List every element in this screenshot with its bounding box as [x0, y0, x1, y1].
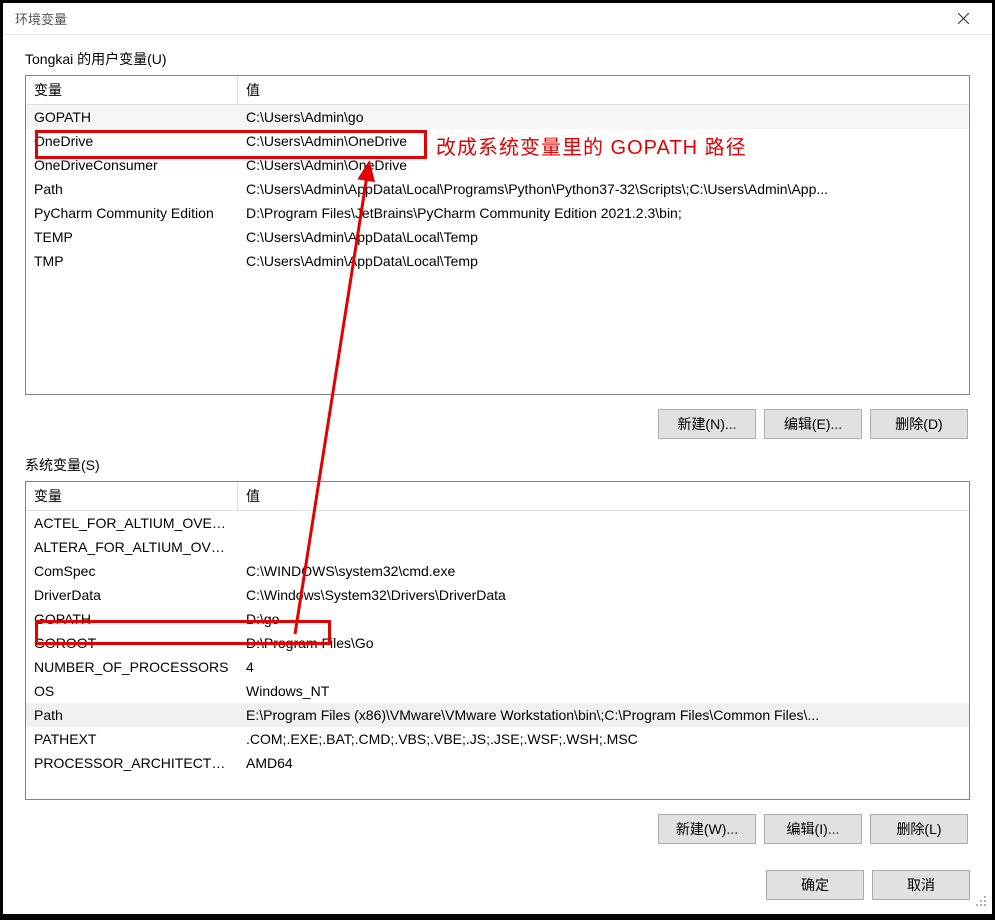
cell-value: C:\Users\Admin\OneDrive — [238, 129, 969, 153]
table-row[interactable]: PathC:\Users\Admin\AppData\Local\Program… — [26, 177, 969, 201]
cell-value: D:\go — [238, 607, 969, 631]
system-vars-label: 系统变量(S) — [25, 455, 970, 475]
cell-variable: PROCESSOR_ARCHITECTURE — [26, 751, 238, 775]
system-delete-button[interactable]: 删除(L) — [870, 814, 968, 844]
cell-variable: OneDriveConsumer — [26, 153, 238, 177]
dialog-content: Tongkai 的用户变量(U) 变量 值 GOPATHC:\Users\Adm… — [3, 35, 992, 860]
cell-value: .COM;.EXE;.BAT;.CMD;.VBS;.VBE;.JS;.JSE;.… — [238, 727, 969, 751]
system-vars-buttons: 新建(W)... 编辑(I)... 删除(L) — [25, 800, 970, 850]
system-edit-button[interactable]: 编辑(I)... — [764, 814, 862, 844]
cell-value: C:\WINDOWS\system32\cmd.exe — [238, 559, 969, 583]
close-icon — [958, 13, 969, 24]
resize-grip-icon[interactable] — [973, 893, 987, 907]
table-row[interactable]: PathE:\Program Files (x86)\VMware\VMware… — [26, 703, 969, 727]
table-row[interactable]: GOPATHC:\Users\Admin\go — [26, 105, 969, 129]
table-row[interactable]: PROCESSOR_ARCHITECTUREAMD64 — [26, 751, 969, 775]
cell-variable: OneDrive — [26, 129, 238, 153]
cell-value: Windows_NT — [238, 679, 969, 703]
table-row[interactable]: GOROOTD:\Program Files\Go — [26, 631, 969, 655]
cell-variable: Path — [26, 177, 238, 201]
header-value[interactable]: 值 — [238, 482, 969, 510]
cell-variable: NUMBER_OF_PROCESSORS — [26, 655, 238, 679]
cell-value — [238, 543, 969, 551]
header-variable[interactable]: 变量 — [26, 482, 238, 510]
cell-value: C:\Users\Admin\OneDrive — [238, 153, 969, 177]
table-row[interactable]: ALTERA_FOR_ALTIUM_OVE... — [26, 535, 969, 559]
user-vars-table[interactable]: 变量 值 GOPATHC:\Users\Admin\goOneDriveC:\U… — [25, 75, 970, 395]
user-edit-button[interactable]: 编辑(E)... — [764, 409, 862, 439]
table-row[interactable]: NUMBER_OF_PROCESSORS4 — [26, 655, 969, 679]
cell-variable: GOPATH — [26, 105, 238, 129]
system-vars-table[interactable]: 变量 值 ACTEL_FOR_ALTIUM_OVER...ALTERA_FOR_… — [25, 481, 970, 801]
ok-button[interactable]: 确定 — [766, 870, 864, 900]
cell-value: C:\Users\Admin\AppData\Local\Programs\Py… — [238, 177, 969, 201]
system-vars-header: 变量 值 — [26, 482, 969, 511]
env-vars-dialog: 环境变量 Tongkai 的用户变量(U) 变量 值 GOPATHC:\User… — [0, 0, 995, 920]
user-vars-group: Tongkai 的用户变量(U) 变量 值 GOPATHC:\Users\Adm… — [25, 49, 970, 445]
cell-variable: ALTERA_FOR_ALTIUM_OVE... — [26, 535, 238, 559]
header-value[interactable]: 值 — [238, 76, 969, 104]
user-vars-label: Tongkai 的用户变量(U) — [25, 49, 970, 69]
cell-value: AMD64 — [238, 751, 969, 775]
table-row[interactable]: GOPATHD:\go — [26, 607, 969, 631]
system-new-button[interactable]: 新建(W)... — [658, 814, 756, 844]
cell-value: 4 — [238, 655, 969, 679]
cell-value: D:\Program Files\Go — [238, 631, 969, 655]
close-button[interactable] — [940, 3, 986, 35]
table-row[interactable]: PATHEXT.COM;.EXE;.BAT;.CMD;.VBS;.VBE;.JS… — [26, 727, 969, 751]
user-vars-buttons: 新建(N)... 编辑(E)... 删除(D) — [25, 395, 970, 445]
cell-variable: DriverData — [26, 583, 238, 607]
user-delete-button[interactable]: 删除(D) — [870, 409, 968, 439]
cell-variable: PyCharm Community Edition — [26, 201, 238, 225]
user-vars-header: 变量 值 — [26, 76, 969, 105]
cell-variable: TMP — [26, 249, 238, 273]
system-vars-group: 系统变量(S) 变量 值 ACTEL_FOR_ALTIUM_OVER...ALT… — [25, 455, 970, 851]
cell-variable: GOPATH — [26, 607, 238, 631]
table-row[interactable]: TMPC:\Users\Admin\AppData\Local\Temp — [26, 249, 969, 273]
cell-variable: PATHEXT — [26, 727, 238, 751]
window-title: 环境变量 — [15, 9, 940, 28]
table-row[interactable]: ACTEL_FOR_ALTIUM_OVER... — [26, 511, 969, 535]
table-row[interactable]: ComSpecC:\WINDOWS\system32\cmd.exe — [26, 559, 969, 583]
cell-variable: ACTEL_FOR_ALTIUM_OVER... — [26, 511, 238, 535]
cell-variable: ComSpec — [26, 559, 238, 583]
cell-variable: GOROOT — [26, 631, 238, 655]
table-row[interactable]: PyCharm Community EditionD:\Program File… — [26, 201, 969, 225]
table-row[interactable]: OneDriveC:\Users\Admin\OneDrive — [26, 129, 969, 153]
titlebar: 环境变量 — [3, 3, 992, 35]
table-row[interactable]: OSWindows_NT — [26, 679, 969, 703]
cell-value: E:\Program Files (x86)\VMware\VMware Wor… — [238, 703, 969, 727]
table-row[interactable]: OneDriveConsumerC:\Users\Admin\OneDrive — [26, 153, 969, 177]
cancel-button[interactable]: 取消 — [872, 870, 970, 900]
user-new-button[interactable]: 新建(N)... — [658, 409, 756, 439]
table-row[interactable]: TEMPC:\Users\Admin\AppData\Local\Temp — [26, 225, 969, 249]
cell-value: D:\Program Files\JetBrains\PyCharm Commu… — [238, 201, 969, 225]
cell-value: C:\Users\Admin\go — [238, 105, 969, 129]
cell-value: C:\Users\Admin\AppData\Local\Temp — [238, 249, 969, 273]
cell-variable: Path — [26, 703, 238, 727]
user-vars-body[interactable]: GOPATHC:\Users\Admin\goOneDriveC:\Users\… — [26, 105, 969, 394]
cell-value — [238, 519, 969, 527]
header-variable[interactable]: 变量 — [26, 76, 238, 104]
system-vars-body[interactable]: ACTEL_FOR_ALTIUM_OVER...ALTERA_FOR_ALTIU… — [26, 511, 969, 800]
table-row[interactable]: DriverDataC:\Windows\System32\Drivers\Dr… — [26, 583, 969, 607]
dialog-footer: 确定 取消 — [3, 860, 992, 914]
cell-variable: TEMP — [26, 225, 238, 249]
cell-value: C:\Windows\System32\Drivers\DriverData — [238, 583, 969, 607]
cell-value: C:\Users\Admin\AppData\Local\Temp — [238, 225, 969, 249]
cell-variable: OS — [26, 679, 238, 703]
